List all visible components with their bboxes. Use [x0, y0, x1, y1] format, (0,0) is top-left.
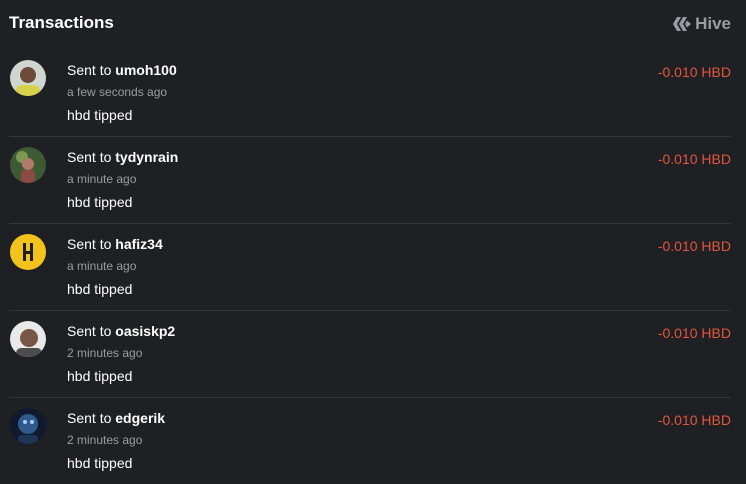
transaction-title: Sent to hafiz34	[67, 236, 163, 252]
transaction-memo: hbd tipped	[67, 194, 133, 210]
transaction-time: 2 minutes ago	[67, 433, 143, 447]
transaction-prefix: Sent to	[67, 149, 112, 165]
transaction-memo: hbd tipped	[67, 281, 133, 297]
transaction-list: Sent to umoh100 a few seconds ago hbd ti…	[9, 50, 731, 484]
recipient-link[interactable]: tydynrain	[115, 149, 178, 165]
transaction-prefix: Sent to	[67, 236, 112, 252]
recipient-link[interactable]: oasiskp2	[115, 323, 175, 339]
transaction-title: Sent to umoh100	[67, 62, 177, 78]
transaction-time: a minute ago	[67, 172, 137, 186]
transaction-amount: -0.010 HBD	[657, 412, 731, 428]
brand-label: Hive	[695, 14, 731, 33]
transaction-amount: -0.010 HBD	[657, 64, 731, 80]
transaction-time: a few seconds ago	[67, 85, 168, 99]
transaction-time: a minute ago	[67, 259, 137, 273]
transaction-amount: -0.010 HBD	[657, 238, 731, 254]
hive-logo-icon	[673, 16, 692, 32]
transaction-title: Sent to tydynrain	[67, 149, 178, 165]
transaction-time: 2 minutes ago	[67, 346, 143, 360]
avatar[interactable]	[10, 234, 46, 270]
transaction-row[interactable]: Sent to umoh100 a few seconds ago hbd ti…	[9, 50, 731, 137]
transaction-row[interactable]: Sent to tydynrain a minute ago hbd tippe…	[9, 137, 731, 224]
transaction-title: Sent to edgerik	[67, 410, 165, 426]
hive-brand[interactable]: Hive	[673, 14, 731, 34]
transaction-prefix: Sent to	[67, 62, 112, 78]
transaction-prefix: Sent to	[67, 410, 112, 426]
transaction-amount: -0.010 HBD	[657, 325, 731, 341]
transaction-title: Sent to oasiskp2	[67, 323, 175, 339]
transaction-memo: hbd tipped	[67, 368, 133, 384]
transactions-header: Transactions Hive	[0, 0, 746, 48]
avatar[interactable]	[10, 321, 46, 357]
transaction-amount: -0.010 HBD	[657, 151, 731, 167]
avatar[interactable]	[10, 60, 46, 96]
recipient-link[interactable]: edgerik	[115, 410, 165, 426]
transaction-row[interactable]: Sent to edgerik 2 minutes ago hbd tipped…	[9, 398, 731, 484]
transaction-prefix: Sent to	[67, 323, 112, 339]
transaction-row[interactable]: Sent to oasiskp2 2 minutes ago hbd tippe…	[9, 311, 731, 398]
avatar[interactable]	[10, 408, 46, 444]
page-title: Transactions	[9, 13, 114, 32]
transaction-memo: hbd tipped	[67, 107, 133, 123]
transaction-memo: hbd tipped	[67, 455, 133, 471]
transaction-row[interactable]: Sent to hafiz34 a minute ago hbd tipped …	[9, 224, 731, 311]
avatar[interactable]	[10, 147, 46, 183]
recipient-link[interactable]: umoh100	[115, 62, 176, 78]
recipient-link[interactable]: hafiz34	[115, 236, 162, 252]
